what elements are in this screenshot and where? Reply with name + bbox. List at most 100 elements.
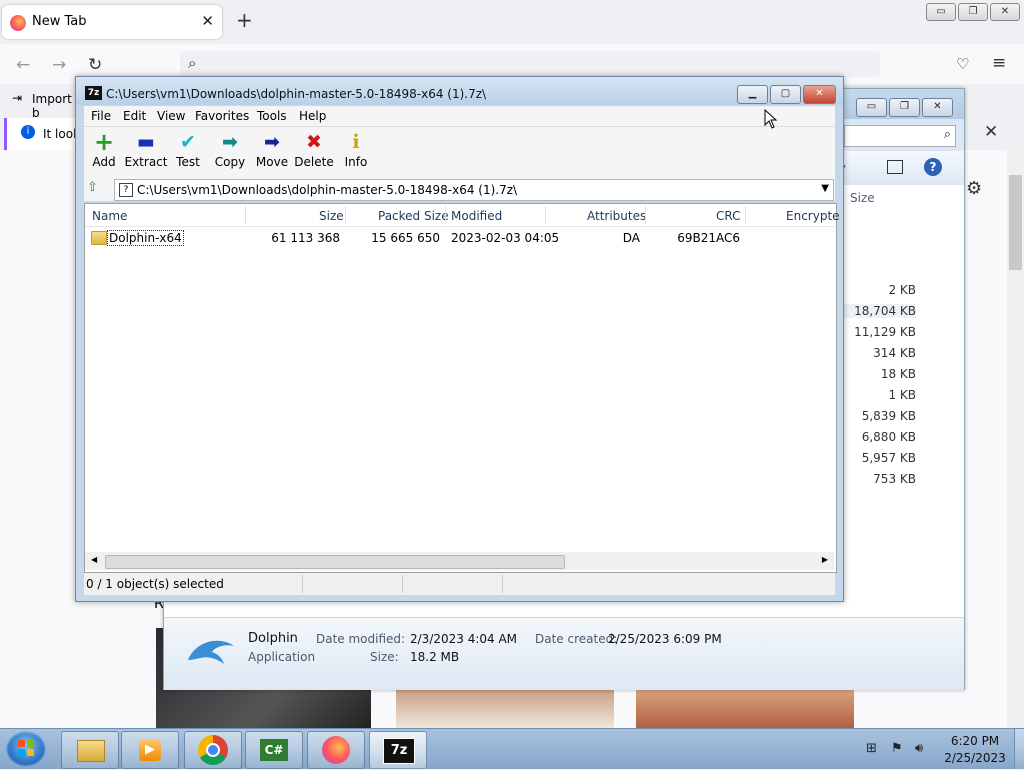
- url-bar[interactable]: ⌕: [180, 51, 880, 77]
- file-row-dolphin-x64[interactable]: Dolphin-x64 61 113 368 15 665 650 2023-0…: [85, 228, 834, 248]
- reload-icon[interactable]: ↻: [88, 55, 102, 75]
- column-separator[interactable]: [545, 206, 546, 224]
- path-input[interactable]: ? C:\Users\vm1\Downloads\dolphin-master-…: [114, 179, 834, 201]
- menu-file[interactable]: File: [91, 109, 111, 123]
- taskbar-explorer[interactable]: [61, 731, 119, 769]
- sevenzip-app-icon: 7z: [85, 86, 102, 100]
- move-label: Move: [255, 155, 289, 169]
- column-separator[interactable]: [745, 206, 746, 224]
- forward-icon[interactable]: →: [52, 55, 66, 75]
- clock-time: 6:20 PM: [950, 734, 1000, 748]
- column-separator[interactable]: [645, 206, 646, 224]
- browser-minimize-button[interactable]: ▭: [926, 3, 956, 21]
- action-center-flag-icon[interactable]: ⚑: [891, 741, 903, 756]
- details-size: 18.2 MB: [410, 650, 460, 664]
- csharp-icon: C#: [260, 739, 288, 761]
- explorer-restore-button[interactable]: ❐: [889, 98, 920, 117]
- file-crc: 69B21AC6: [677, 231, 740, 245]
- file-list-hscrollbar[interactable]: ◀ ▶: [85, 552, 834, 570]
- column-separator[interactable]: [245, 206, 246, 224]
- file-size-2: 18,704 KB: [840, 304, 916, 318]
- volume-icon[interactable]: 🔊︎: [915, 741, 923, 756]
- chrome-icon-center: [206, 743, 220, 757]
- notification-close-icon[interactable]: ✕: [984, 122, 998, 142]
- browser-restore-button[interactable]: ❐: [958, 3, 988, 21]
- extract-button[interactable]: ▬ Extract: [124, 129, 168, 169]
- sevenzip-status-bar: 0 / 1 object(s) selected: [84, 573, 835, 595]
- explorer-close-button[interactable]: ✕: [922, 98, 953, 117]
- mouse-cursor-icon: [764, 109, 778, 129]
- taskbar: ▶ C# 7z ⊞ ⚑ 🔊︎ 6:20 PM 2/25/2023: [0, 728, 1024, 769]
- delete-icon: ✖: [306, 131, 322, 153]
- tab-title: New Tab: [32, 14, 87, 29]
- column-modified[interactable]: Modified: [451, 209, 502, 223]
- show-desktop-button[interactable]: [1014, 729, 1024, 769]
- test-button[interactable]: ✔ Test: [166, 129, 210, 169]
- import-bookmarks-link[interactable]: Import b: [32, 92, 80, 120]
- column-attributes[interactable]: Attributes: [587, 209, 646, 223]
- info-button[interactable]: i Info: [334, 129, 378, 169]
- sevenzip-close-button[interactable]: ✕: [803, 85, 836, 104]
- network-icon[interactable]: ⊞: [866, 741, 877, 756]
- column-separator[interactable]: [345, 206, 346, 224]
- taskbar-clock[interactable]: 6:20 PM 2/25/2023: [940, 733, 1010, 767]
- delete-button[interactable]: ✖ Delete: [292, 129, 336, 169]
- explorer-search-input[interactable]: ⌕: [844, 125, 956, 147]
- menu-view[interactable]: View: [157, 109, 185, 123]
- up-folder-icon[interactable]: ⇧: [87, 180, 107, 198]
- test-icon: ✔: [180, 131, 196, 153]
- settings-gear-icon[interactable]: ⚙: [966, 178, 982, 199]
- sevenzip-titlebar[interactable]: 7z C:\Users\vm1\Downloads\dolphin-master…: [76, 77, 843, 105]
- sevenzip-minimize-button[interactable]: ▁: [737, 85, 768, 104]
- dolphin-app-icon: [188, 640, 234, 664]
- firefox-icon: [322, 736, 350, 764]
- explorer-minimize-button[interactable]: ▭: [856, 98, 887, 117]
- taskbar-chrome[interactable]: [184, 731, 242, 769]
- explorer-column-size[interactable]: Size: [850, 191, 875, 205]
- start-button[interactable]: [6, 731, 46, 767]
- details-date-created-label: Date created:: [535, 632, 618, 646]
- file-name[interactable]: Dolphin-x64: [107, 230, 184, 246]
- column-encrypted[interactable]: Encrypte: [786, 209, 840, 223]
- status-divider: [502, 575, 503, 593]
- sevenzip-maximize-button[interactable]: ▢: [770, 85, 801, 104]
- tab-close-icon[interactable]: ✕: [201, 12, 214, 30]
- file-size-3: 11,129 KB: [854, 325, 916, 339]
- page-scrollbar-thumb[interactable]: [1009, 175, 1022, 270]
- move-button[interactable]: ➡ Move: [250, 129, 294, 169]
- file-attributes: DA: [622, 231, 640, 245]
- column-size[interactable]: Size: [319, 209, 344, 223]
- details-date-modified-label: Date modified:: [316, 632, 406, 646]
- column-packed-size[interactable]: Packed Size: [378, 209, 449, 223]
- column-separator[interactable]: [445, 206, 446, 224]
- taskbar-media-player[interactable]: ▶: [121, 731, 179, 769]
- preview-pane-icon[interactable]: [887, 160, 903, 174]
- browser-tab-new-tab[interactable]: New Tab ✕: [2, 5, 222, 39]
- details-name: Dolphin: [248, 631, 298, 646]
- details-size-label: Size:: [370, 650, 399, 664]
- help-icon[interactable]: ?: [924, 158, 942, 176]
- menu-icon[interactable]: ≡: [992, 53, 1006, 73]
- hscroll-thumb[interactable]: [105, 555, 565, 569]
- file-size-1: 2 KB: [888, 283, 916, 297]
- scroll-right-icon[interactable]: ▶: [822, 555, 828, 564]
- pocket-icon[interactable]: ♡: [956, 55, 969, 73]
- column-crc[interactable]: CRC: [716, 209, 741, 223]
- copy-button[interactable]: ➡ Copy: [208, 129, 252, 169]
- add-button[interactable]: + Add: [82, 129, 126, 169]
- taskbar-7zip[interactable]: 7z: [369, 731, 427, 769]
- menu-edit[interactable]: Edit: [123, 109, 146, 123]
- browser-close-button[interactable]: ✕: [990, 3, 1020, 21]
- sevenzip-window: 7z C:\Users\vm1\Downloads\dolphin-master…: [75, 76, 844, 602]
- back-icon[interactable]: ←: [16, 55, 30, 75]
- taskbar-csharp-ide[interactable]: C#: [245, 731, 303, 769]
- taskbar-firefox[interactable]: [307, 731, 365, 769]
- menu-favorites[interactable]: Favorites: [195, 109, 249, 123]
- scroll-left-icon[interactable]: ◀: [91, 555, 97, 564]
- menu-tools[interactable]: Tools: [257, 109, 287, 123]
- new-tab-button[interactable]: +: [236, 8, 253, 32]
- path-dropdown-icon[interactable]: ▼: [821, 183, 829, 194]
- menu-help[interactable]: Help: [299, 109, 326, 123]
- media-player-icon: ▶: [139, 739, 161, 761]
- column-name[interactable]: Name: [92, 209, 127, 223]
